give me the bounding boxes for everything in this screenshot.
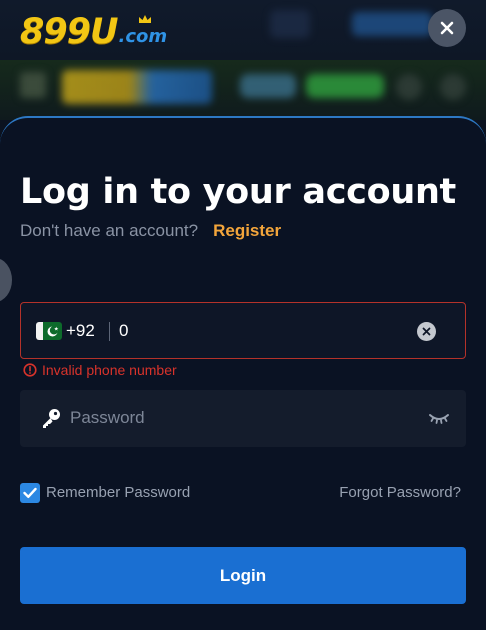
background-button — [306, 74, 384, 98]
background-icon — [396, 74, 422, 100]
remember-label[interactable]: Remember Password — [46, 483, 190, 503]
field-divider — [109, 322, 110, 341]
background-button — [240, 74, 296, 98]
background-menu-icon — [20, 72, 46, 98]
brand-name: 899U — [20, 12, 118, 52]
background-button — [352, 12, 432, 36]
eye-closed-icon[interactable] — [428, 410, 450, 426]
password-field[interactable] — [20, 390, 466, 447]
login-button[interactable]: Login — [20, 547, 466, 604]
brand-logo: 899U .com — [20, 10, 167, 50]
background-logo — [62, 70, 212, 104]
remember-checkbox[interactable] — [20, 483, 40, 503]
phone-error-text: Invalid phone number — [42, 362, 177, 378]
password-input[interactable] — [70, 404, 400, 432]
phone-input[interactable] — [119, 317, 399, 345]
brand-tld-text: .com — [118, 26, 168, 47]
checkmark-icon — [23, 487, 37, 498]
register-link[interactable]: Register — [213, 220, 281, 242]
page-title: Log in to your account — [20, 172, 456, 212]
remember-password[interactable]: Remember Password — [20, 483, 190, 503]
close-icon — [440, 21, 454, 35]
forgot-password-link[interactable]: Forgot Password? — [339, 483, 461, 503]
crown-icon — [139, 15, 152, 23]
exclamation-circle-icon — [23, 363, 37, 377]
key-icon — [43, 409, 60, 428]
country-code[interactable]: +92 — [66, 320, 95, 342]
phone-error: Invalid phone number — [23, 361, 177, 379]
background-icon — [270, 10, 310, 38]
brand-tld: .com — [118, 15, 168, 47]
phone-field[interactable]: +92 — [20, 302, 466, 359]
no-account-text: Don't have an account? — [20, 221, 199, 240]
close-button[interactable] — [428, 9, 466, 47]
pakistan-flag-icon[interactable] — [36, 322, 62, 340]
clear-x-icon — [422, 327, 431, 336]
clear-phone-button[interactable] — [417, 322, 436, 341]
register-prompt: Don't have an account? Register — [20, 220, 281, 242]
background-icon — [440, 74, 466, 100]
